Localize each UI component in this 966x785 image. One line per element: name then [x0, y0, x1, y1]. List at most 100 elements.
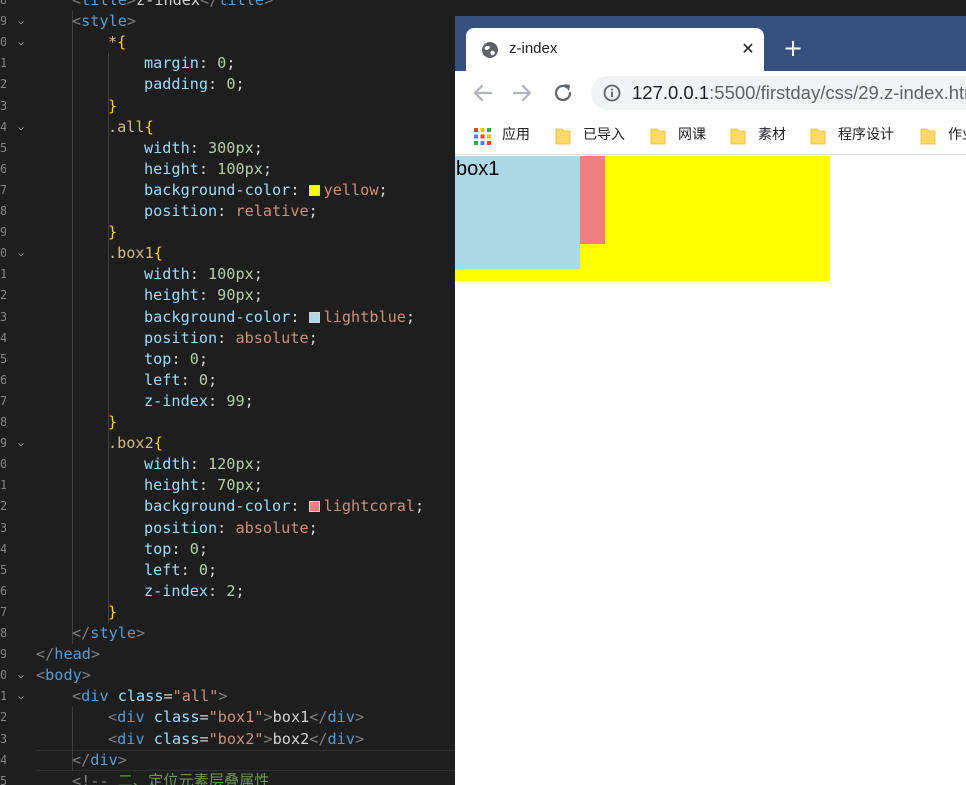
line-number: 0 [0, 246, 6, 261]
fold-chevron-icon[interactable]: ⌵ [15, 11, 27, 32]
code-line: height: 90px; [144, 286, 263, 305]
line-number: 1 [0, 478, 6, 493]
code-line: <body> [36, 666, 91, 685]
code-line: } [108, 96, 118, 115]
folder-icon [920, 128, 936, 145]
line-number: 5 [0, 351, 6, 366]
browser-toolbar: 127.0.0.1:5500/firstday/css/29.z-index.h… [455, 71, 966, 117]
code-line: <div class="box2">box2</div> [108, 729, 365, 748]
line-number: 0 [0, 35, 6, 50]
line-number: 2 [0, 499, 6, 514]
code-line: padding: 0; [144, 75, 245, 94]
back-arrow-icon[interactable] [470, 80, 496, 106]
tab-z-index[interactable]: z-index ✕ [466, 28, 764, 71]
bookmarks-bar: 应用 已导入 网课 素材 程序设计 作业 [455, 117, 966, 155]
code-line: </head> [36, 645, 101, 664]
bookmark-label: 已导入 [583, 127, 625, 143]
address-bar[interactable]: 127.0.0.1:5500/firstday/css/29.z-index.h… [591, 76, 966, 110]
code-line: } [108, 413, 118, 431]
line-number: 4 [0, 541, 6, 556]
tab-strip: z-index ✕ + [455, 16, 966, 71]
code-line: width: 120px; [144, 455, 263, 474]
code-line: position: absolute; [144, 328, 318, 347]
box1: box1 [455, 156, 580, 269]
code-line: <div class="all"> [72, 687, 228, 706]
code-line: z-index: 2; [144, 581, 245, 600]
folder-icon [810, 128, 826, 145]
all-container: box2 box1 [455, 156, 830, 281]
page-viewport: box2 box1 [455, 156, 966, 785]
code-line: <div class="box1">box1</div> [108, 708, 365, 727]
fold-chevron-icon[interactable]: ⌵ [15, 243, 27, 264]
url-host: 127.0.0.1 [632, 82, 710, 103]
code-line: .all{ [108, 117, 154, 136]
line-number: 1 [0, 56, 6, 71]
browser-window: z-index ✕ + 127.0.0.1:5500/firstday/css/… [455, 16, 966, 785]
indent-guide [108, 53, 109, 623]
bookmark-label: 素材 [758, 127, 786, 143]
line-number: 2 [0, 710, 6, 725]
code-line: width: 300px; [144, 138, 263, 157]
forward-arrow-icon[interactable] [509, 80, 535, 106]
code-line: background-color: yellow; [144, 180, 388, 199]
code-line: <title>z-index</title> [72, 0, 274, 9]
new-tab-button[interactable]: + [778, 33, 808, 63]
line-number: 2 [0, 77, 6, 92]
color-swatch[interactable] [308, 311, 320, 323]
line-number: 9 [0, 225, 6, 240]
folder-icon [555, 128, 571, 145]
color-swatch[interactable] [308, 184, 320, 196]
line-number: 7 [0, 393, 6, 408]
line-number: 6 [0, 161, 6, 176]
line-number: 3 [0, 98, 6, 113]
line-number: 1 [0, 689, 6, 704]
line-number: 1 [0, 267, 6, 282]
info-icon[interactable] [603, 84, 621, 102]
line-number: 9 [0, 436, 6, 451]
code-line: top: 0; [144, 349, 209, 368]
code-line: height: 100px; [144, 159, 273, 178]
fold-chevron-icon[interactable]: ⌵ [15, 32, 27, 53]
line-number: 6 [0, 583, 6, 598]
code-line: .box2{ [108, 434, 163, 453]
fold-chevron-icon[interactable]: ⌵ [15, 686, 27, 707]
code-line: </div> [72, 750, 127, 769]
close-tab-button[interactable]: ✕ [738, 37, 758, 61]
line-number: 8 [0, 415, 6, 429]
line-number: 5 [0, 773, 6, 785]
bookmark-label: 程序设计 [838, 127, 894, 143]
code-line: position: relative; [144, 202, 318, 220]
code-line: <style> [72, 12, 137, 31]
folder-icon [650, 128, 666, 145]
code-line: height: 70px; [144, 476, 263, 495]
line-number: 3 [0, 309, 6, 324]
line-number: 7 [0, 182, 6, 197]
fold-chevron-icon[interactable]: ⌵ [15, 665, 27, 686]
code-editor[interactable]: 8 9 ⌵ 0 ⌵ 1 2 3 4 ⌵ 5 6 7 8 9 0 ⌵ 1 2 3 4 5 6 7 8 9 ⌵ 0 1 2 3 4 5 6 7 8 9 0 ⌵ 1… [0, 0, 455, 785]
folder-icon [730, 128, 746, 145]
code-line: background-color: lightcoral; [144, 497, 425, 516]
line-number: 4 [0, 752, 6, 767]
code-line: left: 0; [144, 560, 218, 579]
line-number: 7 [0, 604, 6, 619]
line-number: 8 [0, 0, 6, 7]
code-line: top: 0; [144, 539, 209, 558]
globe-icon [482, 42, 498, 58]
color-swatch[interactable] [308, 501, 320, 513]
line-number: 9 [0, 647, 6, 662]
bookmark-label: 应用 [502, 127, 530, 143]
code-line: margin: 0; [144, 54, 236, 73]
line-number: 3 [0, 731, 6, 746]
line-number: 2 [0, 288, 6, 303]
line-number: 0 [0, 457, 6, 472]
fold-chevron-icon[interactable]: ⌵ [15, 433, 27, 454]
apps-grid-icon [474, 128, 491, 145]
line-number: 3 [0, 520, 6, 535]
reload-icon[interactable] [550, 80, 576, 106]
code-line: z-index: 99; [144, 391, 254, 410]
code-line: position: absolute; [144, 518, 318, 537]
url-text[interactable]: 127.0.0.1:5500/firstday/css/29.z-index.h… [632, 82, 966, 104]
line-number: 4 [0, 330, 6, 345]
code-line: width: 100px; [144, 265, 263, 284]
fold-chevron-icon[interactable]: ⌵ [15, 117, 27, 138]
